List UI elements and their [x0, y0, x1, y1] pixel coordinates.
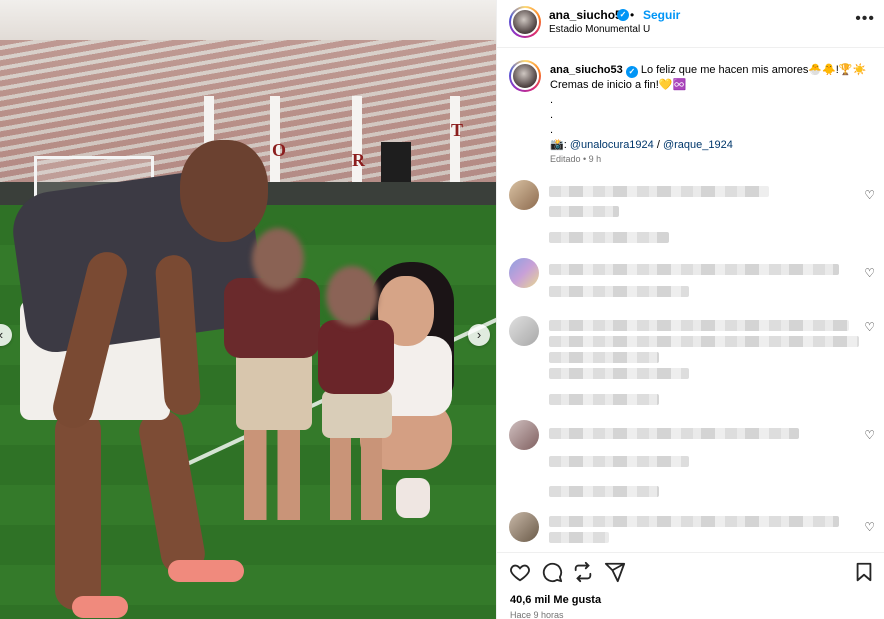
comment-text: [549, 532, 609, 543]
comment-meta: [549, 394, 659, 405]
person-child: [322, 390, 392, 438]
comment-avatar[interactable]: [509, 180, 539, 210]
comment-meta: [549, 286, 689, 297]
person-child: [330, 435, 382, 520]
like-comment-icon[interactable]: ♡: [864, 520, 875, 534]
like-comment-icon[interactable]: ♡: [864, 320, 875, 334]
person-woman: [396, 478, 430, 518]
stand-letter: O: [272, 140, 287, 160]
mention-link[interactable]: @raque_1924: [663, 139, 733, 151]
comment-text: [549, 352, 659, 363]
avatar[interactable]: [509, 6, 541, 38]
comment-meta: [549, 232, 669, 243]
person-child: [252, 228, 304, 290]
comment[interactable]: ♡: [509, 316, 875, 412]
separator: •: [630, 8, 635, 22]
caption-username[interactable]: ana_siucho53: [550, 64, 623, 76]
person-child: [244, 425, 300, 520]
credits-separator: /: [656, 139, 660, 151]
comment[interactable]: ♡: [509, 258, 875, 310]
camera-credit-label: 📸:: [550, 139, 567, 151]
share-icon[interactable]: [604, 561, 626, 583]
comment-avatar[interactable]: [509, 420, 539, 450]
like-comment-icon[interactable]: ♡: [864, 188, 875, 202]
action-bar: [497, 552, 884, 588]
carousel-next-button[interactable]: ›: [468, 324, 490, 346]
comment-text: [549, 320, 849, 331]
comment-meta: [549, 486, 659, 497]
follow-button[interactable]: Seguir: [643, 8, 680, 22]
comment[interactable]: ♡: [509, 180, 875, 250]
comment-text: [549, 516, 839, 527]
like-count[interactable]: 40,6 mil Me gusta: [510, 594, 601, 606]
repost-icon[interactable]: [572, 561, 594, 583]
comment-text: [549, 264, 839, 275]
post-header: ana_siucho53 ✓ • Seguir Estadio Monument…: [497, 0, 884, 48]
comment-text: [549, 206, 619, 217]
comment[interactable]: ♡: [509, 420, 875, 500]
person-child: [224, 278, 320, 358]
verified-badge-icon: ✓: [617, 9, 629, 21]
mention-link[interactable]: @unalocura1924: [570, 139, 654, 151]
caption-line: Cremas de inicio a fin!💛♾️: [550, 79, 687, 91]
save-icon[interactable]: [853, 561, 875, 583]
comment-meta: [549, 368, 689, 379]
sandal: [168, 560, 244, 582]
comment-avatar[interactable]: [509, 258, 539, 288]
comment[interactable]: ♡: [509, 512, 875, 548]
caption: ana_siucho53 ✓ Lo feliz que me hacen mis…: [550, 63, 875, 153]
comment-text: [549, 428, 799, 439]
person-child: [318, 320, 394, 394]
comment-icon[interactable]: [541, 561, 563, 583]
caption-dot: .: [550, 94, 554, 106]
caption-dot: .: [550, 124, 554, 136]
person-child: [236, 350, 312, 430]
like-icon[interactable]: [509, 561, 531, 583]
caption-dot: .: [550, 109, 554, 121]
post-photo[interactable]: O R T ‹ ›: [0, 0, 496, 619]
more-options-icon[interactable]: •••: [855, 10, 875, 28]
verified-badge-icon: ✓: [625, 66, 638, 78]
person-child: [326, 266, 378, 326]
post-time: Hace 9 horas: [510, 610, 564, 619]
stand-letter: R: [352, 150, 365, 170]
person-man: [55, 410, 101, 610]
comment-text: [549, 336, 859, 347]
person-man: [180, 140, 268, 242]
comment-avatar[interactable]: [509, 316, 539, 346]
stand-post: [352, 96, 362, 186]
caption-avatar[interactable]: [509, 60, 541, 92]
like-comment-icon[interactable]: ♡: [864, 428, 875, 442]
stand-letter: T: [451, 120, 464, 140]
comment-avatar[interactable]: [509, 512, 539, 542]
like-comment-icon[interactable]: ♡: [864, 266, 875, 280]
edited-timestamp: Editado • 9 h: [550, 154, 602, 164]
sandal: [72, 596, 128, 618]
comment-meta: [549, 456, 689, 467]
comment-text: [549, 186, 769, 197]
post-panel: ana_siucho53 ✓ • Seguir Estadio Monument…: [496, 0, 884, 619]
caption-text: Lo feliz que me hacen mis amores🐣🐥!🏆☀️: [640, 64, 867, 76]
location-link[interactable]: Estadio Monumental U: [549, 24, 650, 35]
stand-post: [450, 96, 460, 186]
